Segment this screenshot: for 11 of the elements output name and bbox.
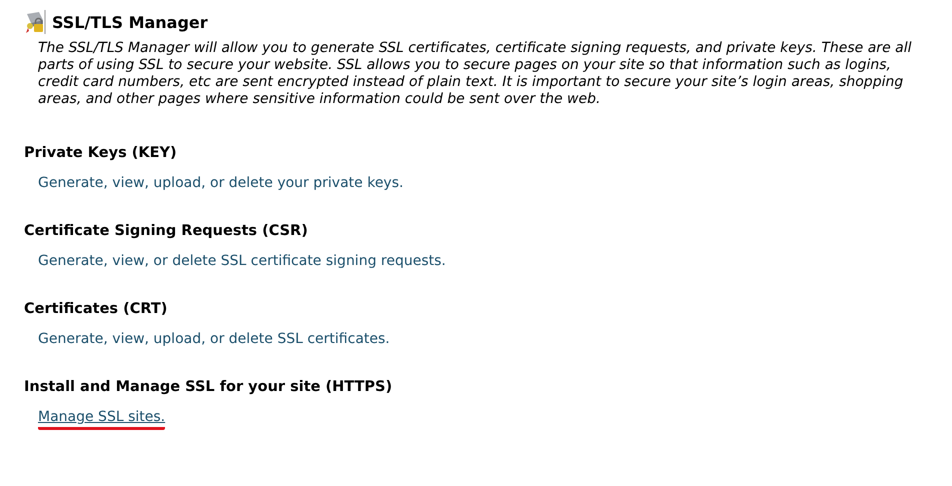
section-heading: Certificate Signing Requests (CSR) <box>24 222 309 240</box>
manage-ssl-link[interactable]: Manage SSL sites. <box>38 408 166 430</box>
section-heading: Certificates (CRT) <box>24 300 168 318</box>
section-description: Generate, view, upload, or delete your private keys. <box>38 174 404 192</box>
section-heading: Install and Manage SSL for your site (HTTPS) <box>24 378 394 396</box>
section-heading: Private Keys (KEY) <box>24 144 178 162</box>
section-description: Generate, view, upload, or delete SSL certificates. <box>38 330 390 348</box>
lock-icon <box>24 10 46 34</box>
page-title: SSL/TLS Manager <box>52 12 208 32</box>
intro-paragraph: The SSL/TLS Manager will allow you to generate SSL certificates, certificate signing requests, and private keys. These are all parts of using SSL to secure your website. SSL allows you to secure pages on your site so that information such as logins, credit card numbers, etc are sent encrypted instead of plain text. It is important to secure your site’s login areas, shopping areas, and other pages where sensitive information could be sent over the web. <box>38 40 912 108</box>
section-description: Generate, view, or delete SSL certificate signing requests. <box>38 252 446 270</box>
